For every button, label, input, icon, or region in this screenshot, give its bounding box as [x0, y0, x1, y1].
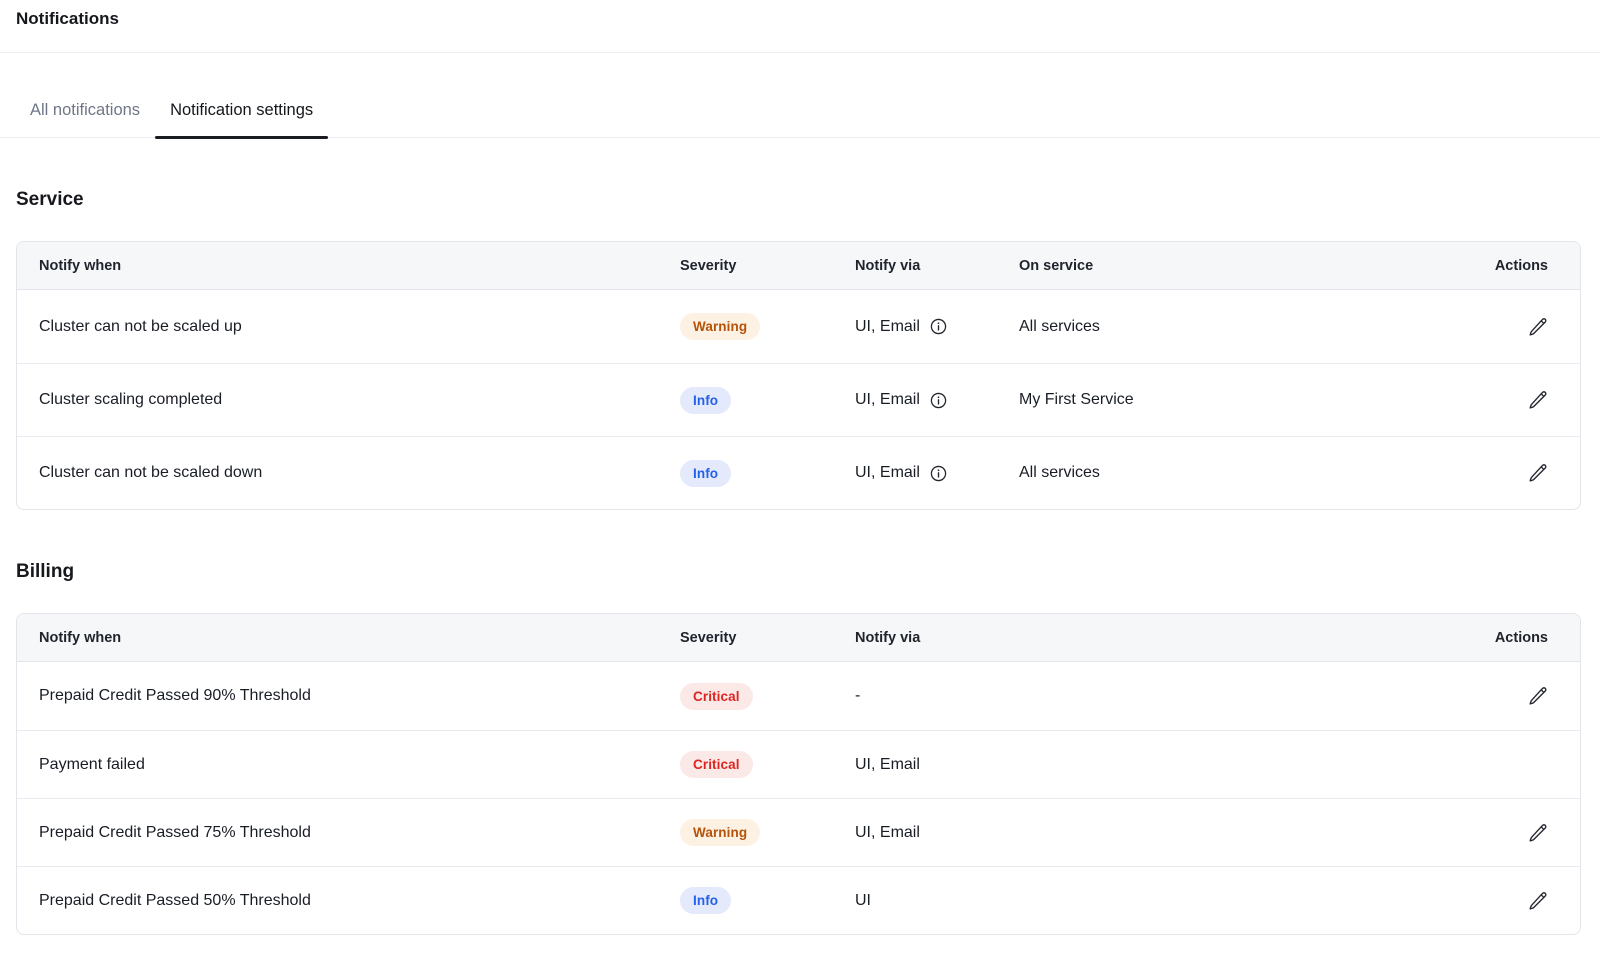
notify-when-cell: Prepaid Credit Passed 90% Threshold: [17, 687, 680, 705]
info-circle-icon[interactable]: [929, 317, 948, 336]
severity-badge: Critical: [680, 683, 753, 710]
column-header-severity: Severity: [680, 258, 855, 274]
billing-table-header: Notify when Severity Notify via Actions: [17, 614, 1580, 662]
tab-notification-settings[interactable]: Notification settings: [170, 98, 313, 137]
page-title: Notifications: [16, 7, 1584, 31]
pencil-icon: [1528, 686, 1548, 706]
severity-badge: Info: [680, 460, 731, 487]
notify-via-value: UI, Email: [855, 464, 920, 482]
billing-section: Billing Notify when Severity Notify via …: [16, 560, 1581, 935]
on-service-value: All services: [1019, 464, 1450, 482]
notify-via-value: -: [855, 687, 1450, 705]
section-title-service: Service: [16, 188, 1581, 211]
edit-button[interactable]: [1528, 823, 1548, 843]
pencil-icon: [1528, 823, 1548, 843]
edit-button[interactable]: [1528, 390, 1548, 410]
column-header-notify-when: Notify when: [17, 258, 680, 274]
notify-when-cell: Cluster can not be scaled down: [17, 464, 680, 482]
table-row: Cluster can not be scaled down Info UI, …: [17, 436, 1580, 509]
main-content: Service Notify when Severity Notify via …: [0, 188, 1600, 935]
service-section: Service Notify when Severity Notify via …: [16, 188, 1581, 510]
notify-when-cell: Prepaid Credit Passed 75% Threshold: [17, 824, 680, 842]
column-header-actions: Actions: [1450, 258, 1580, 274]
table-row: Prepaid Credit Passed 90% Threshold Crit…: [17, 662, 1580, 730]
service-table-header: Notify when Severity Notify via On servi…: [17, 242, 1580, 290]
column-header-notify-when: Notify when: [17, 630, 680, 646]
tab-bar: All notifications Notification settings: [0, 53, 1600, 138]
section-title-billing: Billing: [16, 560, 1581, 583]
notify-when-cell: Payment failed: [17, 756, 680, 774]
column-header-notify-via: Notify via: [855, 258, 1019, 274]
pencil-icon: [1528, 390, 1548, 410]
table-row: Cluster scaling completed Info UI, Email…: [17, 363, 1580, 436]
service-table: Notify when Severity Notify via On servi…: [16, 241, 1581, 510]
on-service-value: My First Service: [1019, 391, 1450, 409]
column-header-notify-via: Notify via: [855, 630, 1450, 646]
severity-badge: Warning: [680, 313, 760, 340]
pencil-icon: [1528, 317, 1548, 337]
table-row: Prepaid Credit Passed 50% Threshold Info…: [17, 866, 1580, 934]
pencil-icon: [1528, 463, 1548, 483]
pencil-icon: [1528, 891, 1548, 911]
severity-badge: Info: [680, 387, 731, 414]
notify-via-value: UI, Email: [855, 824, 1450, 842]
table-row: Cluster can not be scaled up Warning UI,…: [17, 290, 1580, 363]
severity-badge: Critical: [680, 751, 753, 778]
edit-button[interactable]: [1528, 317, 1548, 337]
notify-via-value: UI, Email: [855, 391, 920, 409]
notify-via-value: UI: [855, 892, 1450, 910]
info-circle-icon[interactable]: [929, 464, 948, 483]
notify-via-value: UI, Email: [855, 318, 920, 336]
billing-table: Notify when Severity Notify via Actions …: [16, 613, 1581, 935]
severity-badge: Warning: [680, 819, 760, 846]
edit-button[interactable]: [1528, 463, 1548, 483]
table-row: Payment failed Critical UI, Email: [17, 730, 1580, 798]
column-header-actions: Actions: [1450, 630, 1580, 646]
notify-when-cell: Cluster can not be scaled up: [17, 318, 680, 336]
edit-button[interactable]: [1528, 686, 1548, 706]
notify-when-cell: Prepaid Credit Passed 50% Threshold: [17, 892, 680, 910]
info-circle-icon[interactable]: [929, 391, 948, 410]
column-header-on-service: On service: [1019, 258, 1450, 274]
severity-badge: Info: [680, 887, 731, 914]
edit-button[interactable]: [1528, 891, 1548, 911]
notify-when-cell: Cluster scaling completed: [17, 391, 680, 409]
table-row: Prepaid Credit Passed 75% Threshold Warn…: [17, 798, 1580, 866]
column-header-severity: Severity: [680, 630, 855, 646]
on-service-value: All services: [1019, 318, 1450, 336]
tab-all-notifications[interactable]: All notifications: [30, 98, 140, 137]
notify-via-value: UI, Email: [855, 756, 1450, 774]
page-header: Notifications: [0, 0, 1600, 53]
